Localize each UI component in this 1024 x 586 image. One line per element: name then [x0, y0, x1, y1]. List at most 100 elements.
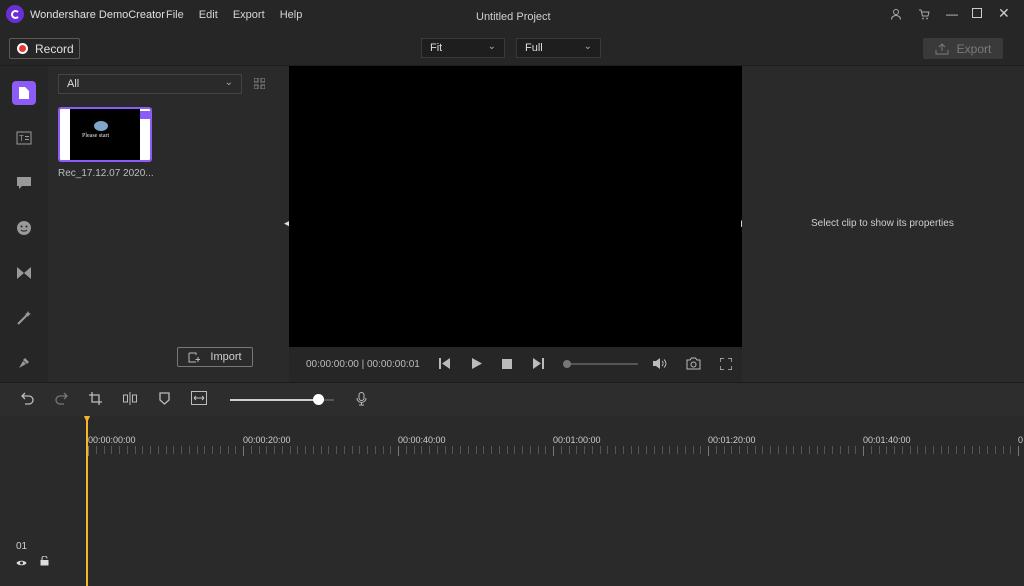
cart-icon[interactable] [918, 8, 930, 23]
sticker-icon[interactable] [12, 216, 36, 240]
ruler-tick [669, 446, 670, 454]
ruler-tick [142, 446, 143, 454]
export-button[interactable]: Export [923, 38, 1003, 59]
fit-dropdown[interactable]: Fit ⌄ [421, 38, 505, 58]
stop-icon[interactable] [502, 359, 512, 369]
media-library-icon[interactable] [12, 81, 36, 105]
ruler-tick [995, 446, 996, 454]
ruler-tick [545, 446, 546, 454]
ruler-tick [778, 446, 779, 454]
fullscreen-icon[interactable] [719, 357, 733, 373]
import-icon [188, 352, 201, 362]
ruler-tick [491, 446, 492, 454]
undo-icon[interactable] [21, 392, 34, 408]
ruler-tick [569, 446, 570, 454]
split-icon[interactable] [123, 392, 137, 408]
ruler-tick [383, 446, 384, 454]
ruler-tick [328, 446, 329, 454]
zoom-slider[interactable] [230, 394, 334, 405]
ruler-tick [662, 446, 663, 454]
ruler-tick [809, 446, 810, 454]
ruler-tick [576, 446, 577, 454]
zoom-handle[interactable] [313, 394, 325, 405]
ruler-tick [685, 446, 686, 454]
ruler-tick [941, 446, 942, 454]
ruler-tick [592, 446, 593, 454]
ruler-tick [972, 446, 973, 454]
ruler-tick [948, 446, 949, 454]
quality-value: Full [525, 42, 543, 54]
ruler-label: 00:00:40:00 [398, 435, 446, 445]
ruler-tick [871, 446, 872, 454]
progress-handle[interactable] [563, 360, 571, 368]
ruler-tick [894, 446, 895, 454]
cursor-effects-icon[interactable] [12, 351, 36, 375]
annotation-icon[interactable] [12, 171, 36, 195]
minimize-icon[interactable]: — [946, 7, 958, 21]
ruler-tick [297, 446, 298, 454]
ruler-tick [290, 446, 291, 454]
progress-slider[interactable] [563, 360, 638, 368]
ruler-tick [770, 446, 771, 454]
play-icon[interactable] [472, 358, 482, 372]
menu-help[interactable]: Help [280, 9, 303, 21]
ruler-tick [879, 446, 880, 454]
snapshot-icon[interactable] [686, 357, 701, 373]
ruler-tick [437, 446, 438, 454]
import-button[interactable]: Import [177, 347, 253, 367]
record-button[interactable]: Record [9, 38, 80, 59]
media-clip-thumbnail[interactable]: Please start [58, 107, 152, 162]
svg-text:T: T [19, 134, 24, 143]
duration-time: 00:00:00:01 [367, 359, 420, 370]
chevron-down-icon: ⌄ [224, 77, 233, 88]
ruler-tick [460, 446, 461, 454]
close-icon[interactable]: ✕ [998, 5, 1010, 22]
ruler-tick [483, 446, 484, 454]
microphone-icon[interactable] [356, 392, 367, 409]
lock-icon[interactable] [40, 555, 49, 569]
previous-frame-icon[interactable] [439, 358, 450, 372]
ruler-tick [607, 446, 608, 454]
maximize-icon[interactable] [972, 8, 982, 18]
app-logo-icon [6, 5, 24, 23]
text-icon[interactable]: T [12, 126, 36, 150]
menu-edit[interactable]: Edit [199, 9, 218, 21]
ruler-label: 0 [1018, 435, 1024, 445]
ruler-tick [406, 446, 407, 454]
ruler-tick [282, 446, 283, 454]
menu-export[interactable]: Export [233, 9, 265, 21]
ruler-tick [274, 446, 275, 454]
thumbnail-text: Please start [82, 133, 110, 139]
ruler-tick [212, 446, 213, 454]
media-filter-dropdown[interactable]: All ⌄ [58, 74, 242, 94]
menu-file[interactable]: File [166, 9, 184, 21]
chevron-down-icon: ⌄ [487, 41, 496, 52]
menu-bar: File Edit Export Help [166, 9, 314, 21]
ruler-tick [476, 446, 477, 454]
eye-icon[interactable] [16, 558, 27, 570]
ruler-tick [313, 446, 314, 454]
crop-icon[interactable] [89, 392, 102, 408]
quality-dropdown[interactable]: Full ⌄ [516, 38, 601, 58]
ruler-tick [352, 446, 353, 454]
playhead[interactable] [84, 416, 90, 586]
transition-icon[interactable] [12, 261, 36, 285]
ruler-tick [956, 446, 957, 454]
marker-icon[interactable] [159, 392, 170, 408]
ruler-tick [166, 446, 167, 454]
redo-icon[interactable] [55, 392, 68, 408]
media-filter-value: All [67, 78, 80, 90]
grid-view-icon[interactable] [253, 77, 266, 92]
next-frame-icon[interactable] [533, 358, 544, 372]
ruler-label: 00:00:20:00 [243, 435, 291, 445]
timeline-ruler[interactable]: 00:00:00:00 00:00:20:00 00:00:40:00 00:01:0… [0, 416, 1024, 461]
ruler-tick [367, 446, 368, 454]
ruler-tick [445, 446, 446, 454]
effects-icon[interactable] [12, 306, 36, 330]
project-title: Untitled Project [476, 11, 551, 23]
ruler-tick [452, 446, 453, 454]
account-icon[interactable] [890, 8, 902, 23]
volume-icon[interactable] [653, 358, 667, 372]
fit-timeline-icon[interactable] [191, 391, 207, 408]
ruler-tick [863, 446, 864, 456]
